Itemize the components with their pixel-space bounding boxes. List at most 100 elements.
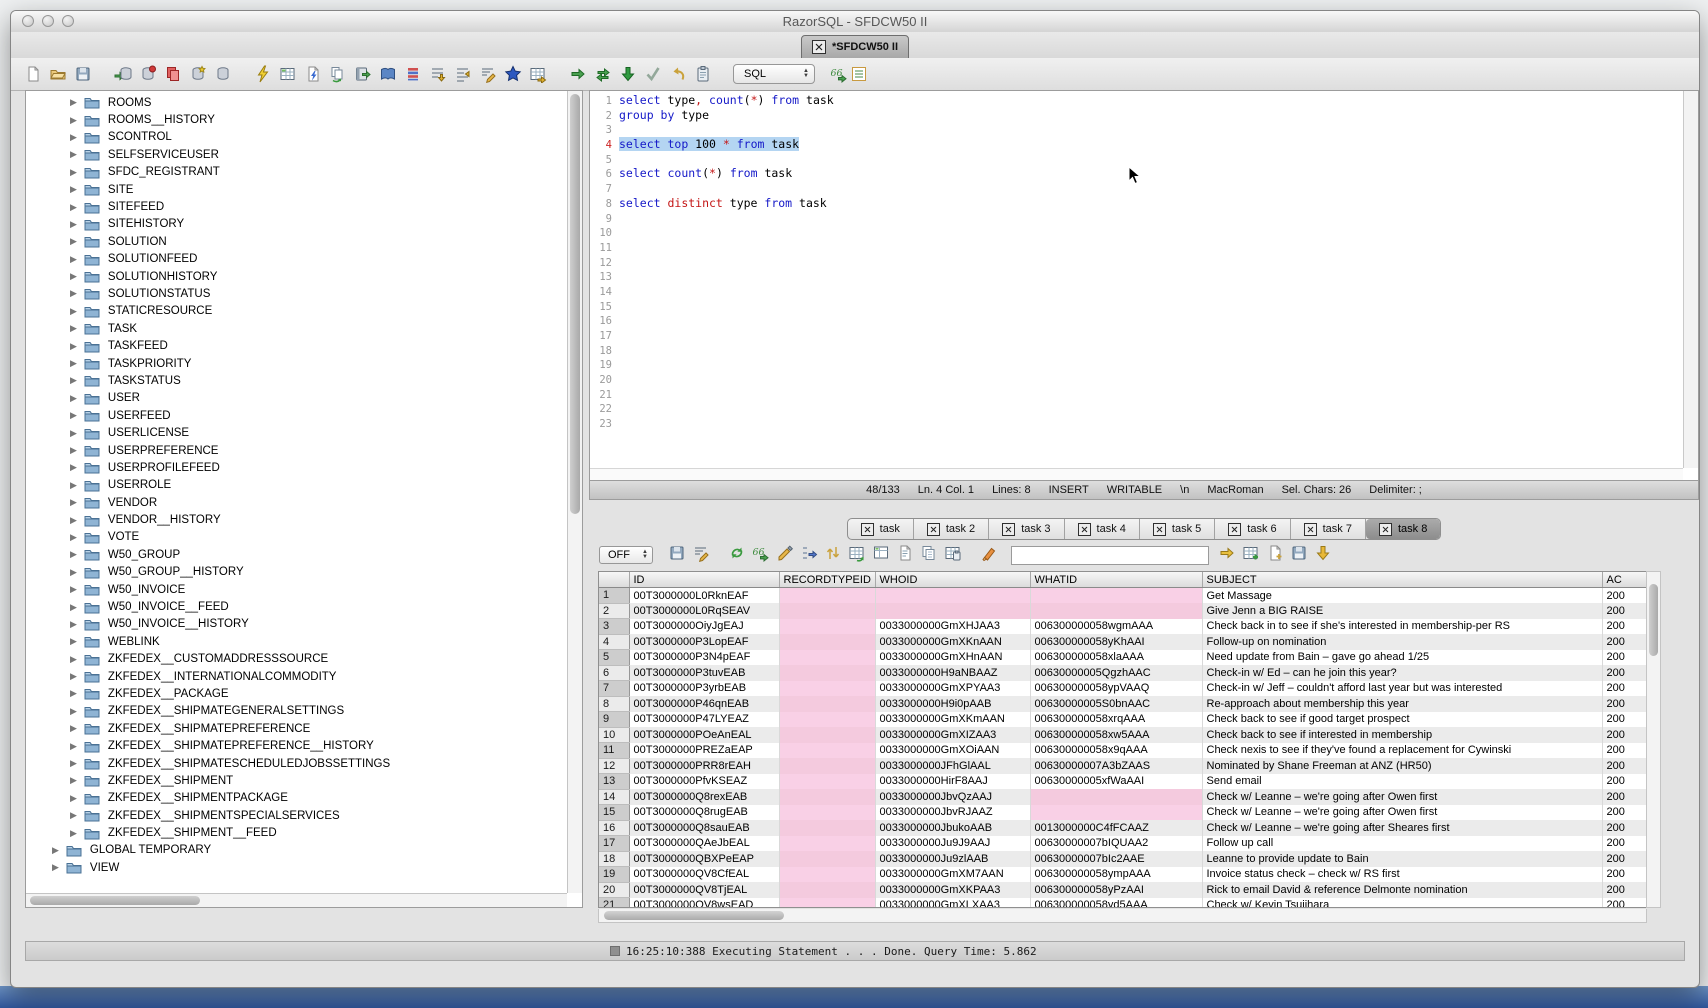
row-number[interactable]: 16 (599, 820, 629, 836)
column-list-icon[interactable] (871, 543, 891, 563)
table-cell[interactable]: 0033000000Ju9J9AAJ (875, 836, 1030, 852)
editor-line[interactable]: 18 (590, 343, 1683, 358)
table-cell[interactable]: Check w/ Leanne – we're going after Owen… (1202, 805, 1602, 821)
db-disconnect-icon[interactable] (138, 64, 158, 84)
table-cell[interactable]: 200 (1602, 712, 1647, 728)
table-cell[interactable]: Check back in to see if she's interested… (1202, 619, 1602, 635)
table-cell[interactable]: Check back to see if good target prospec… (1202, 712, 1602, 728)
column-header[interactable]: ID (629, 572, 779, 588)
table-cell[interactable]: 006300000058yKhAAI (1030, 634, 1202, 650)
down-yellow-icon[interactable] (1313, 543, 1333, 563)
disclosure-triangle-icon[interactable]: ▶ (70, 394, 77, 403)
table-row[interactable]: 800T3000000P46qnEAB0033000000H9i0pAAB006… (599, 696, 1647, 712)
editor-line[interactable]: 10 (590, 225, 1683, 240)
disclosure-triangle-icon[interactable]: ▶ (70, 794, 77, 803)
results-tab-task-8[interactable]: task 8 (1366, 519, 1440, 539)
disclosure-triangle-icon[interactable]: ▶ (70, 707, 77, 716)
row-number[interactable]: 4 (599, 634, 629, 650)
table-cell[interactable]: Send email (1202, 774, 1602, 790)
save-icon[interactable] (667, 543, 687, 563)
disclosure-triangle-icon[interactable]: ▶ (52, 846, 59, 855)
disclosure-triangle-icon[interactable]: ▶ (70, 237, 77, 246)
table-cell[interactable]: 00T3000000Q8rexEAB (629, 789, 779, 805)
editor-line[interactable]: 8select distinct type from task (590, 196, 1683, 211)
row-number[interactable]: 21 (599, 898, 629, 909)
tree-table-item[interactable]: ▶SOLUTIONHISTORY (26, 268, 567, 285)
editor-line[interactable]: 13 (590, 269, 1683, 284)
table-cell[interactable]: 0033000000GmXHnAAN (875, 650, 1030, 666)
tree-table-item[interactable]: ▶ZKFEDEX__SHIPMATEPREFERENCE__HISTORY (26, 737, 567, 754)
window-titlebar[interactable]: RazorSQL - SFDCW50 II (11, 11, 1699, 33)
table-cell[interactable]: 00630000007bIQUAA2 (1030, 836, 1202, 852)
table-cell[interactable]: 0033000000GmXKmAAN (875, 712, 1030, 728)
row-number[interactable]: 8 (599, 696, 629, 712)
table-cell[interactable]: 00T3000000PREZaEAP (629, 743, 779, 759)
highlighter-icon[interactable] (979, 543, 999, 563)
book-blue-icon[interactable] (378, 64, 398, 84)
table-cell[interactable]: 0033000000JbukoAAB (875, 820, 1030, 836)
table-cell[interactable]: 006300000058wgmAAA (1030, 619, 1202, 635)
null-cell[interactable] (779, 696, 875, 712)
tab-close-icon[interactable] (1379, 523, 1392, 536)
swap-arrows-icon[interactable] (593, 64, 613, 84)
table-row[interactable]: 1800T3000000QBXPeEAP0033000000Ju9zlAAB00… (599, 851, 1647, 867)
disclosure-triangle-icon[interactable]: ▶ (70, 429, 77, 438)
null-cell[interactable] (779, 789, 875, 805)
table-cell[interactable]: 0033000000GmXM7AAN (875, 867, 1030, 883)
table-cell[interactable]: Check w/ Leanne – we're going after Shea… (1202, 820, 1602, 836)
table-cell[interactable]: 200 (1602, 603, 1647, 619)
table-cell[interactable]: 006300000058yd5AAA (1030, 898, 1202, 909)
table-cell[interactable]: Re-approach about membership this year (1202, 696, 1602, 712)
sort-updown-icon[interactable] (823, 543, 843, 563)
row-number[interactable]: 6 (599, 665, 629, 681)
table-cell[interactable]: 0033000000GmXKnAAN (875, 634, 1030, 650)
table-cell[interactable]: 200 (1602, 774, 1647, 790)
table-cell[interactable]: 200 (1602, 805, 1647, 821)
tree-table-item[interactable]: ▶STATICRESOURCE (26, 303, 567, 320)
table-cell[interactable]: Check-in w/ Ed – can he join this year? (1202, 665, 1602, 681)
table-cell[interactable]: 0033000000GmXHJAA3 (875, 619, 1030, 635)
null-cell[interactable] (779, 619, 875, 635)
table-cell[interactable]: Check nexis to see if they've found a re… (1202, 743, 1602, 759)
editor-horizontal-scrollbar[interactable] (590, 468, 1683, 480)
edit-pencil-icon[interactable] (775, 543, 795, 563)
table-cell[interactable]: 00T3000000QV8CfEAL (629, 867, 779, 883)
row-number[interactable]: 20 (599, 882, 629, 898)
color-list-icon[interactable] (403, 64, 423, 84)
tree-table-item[interactable]: ▶TASKSTATUS (26, 372, 567, 389)
table-cell[interactable]: 200 (1602, 867, 1647, 883)
table-export-icon[interactable] (528, 64, 548, 84)
tree-table-item[interactable]: ▶ROOMS (26, 94, 567, 111)
outline-list-icon[interactable] (849, 64, 869, 84)
table-cell[interactable]: 00630000007bIc2AAE (1030, 851, 1202, 867)
disclosure-triangle-icon[interactable]: ▶ (70, 255, 77, 264)
results-tab-task-6[interactable]: task 6 (1215, 519, 1290, 539)
row-number[interactable]: 13 (599, 774, 629, 790)
tree-table-item[interactable]: ▶ZKFEDEX__INTERNATIONALCOMMODITY (26, 668, 567, 685)
tree-root-item[interactable]: ▶VIEW (26, 859, 567, 876)
table-cell[interactable]: 00T3000000QAeJbEAL (629, 836, 779, 852)
null-cell[interactable] (779, 634, 875, 650)
table-row[interactable]: 1900T3000000QV8CfEAL0033000000GmXM7AAN00… (599, 867, 1647, 883)
null-cell[interactable] (779, 774, 875, 790)
tree-table-item[interactable]: ▶USERFEED (26, 407, 567, 424)
null-cell[interactable] (875, 588, 1030, 604)
tree-table-item[interactable]: ▶W50_GROUP (26, 546, 567, 563)
table-cell[interactable]: 200 (1602, 681, 1647, 697)
table-cell[interactable]: 00T3000000QV8wsEAD (629, 898, 779, 909)
table-row[interactable]: 1300T3000000PfvKSEAZ0033000000HirF8AAJ00… (599, 774, 1647, 790)
format-pencil-icon[interactable] (478, 64, 498, 84)
null-cell[interactable] (779, 743, 875, 759)
page-view-icon[interactable] (895, 543, 915, 563)
table-cell[interactable]: 00T3000000L0RknEAF (629, 588, 779, 604)
table-cell[interactable]: 00630000005S0bnAAC (1030, 696, 1202, 712)
table-cell[interactable]: Follow up call (1202, 836, 1602, 852)
tree-table-item[interactable]: ▶SELFSERVICEUSER (26, 146, 567, 163)
save-icon[interactable] (1289, 543, 1309, 563)
null-cell[interactable] (1030, 603, 1202, 619)
result-grid-icon[interactable] (278, 64, 298, 84)
minimize-window-button[interactable] (42, 15, 54, 27)
null-cell[interactable] (1030, 789, 1202, 805)
table-row[interactable]: 1600T3000000Q8sauEAB0033000000JbukoAAB00… (599, 820, 1647, 836)
tree-table-item[interactable]: ▶USERROLE (26, 477, 567, 494)
